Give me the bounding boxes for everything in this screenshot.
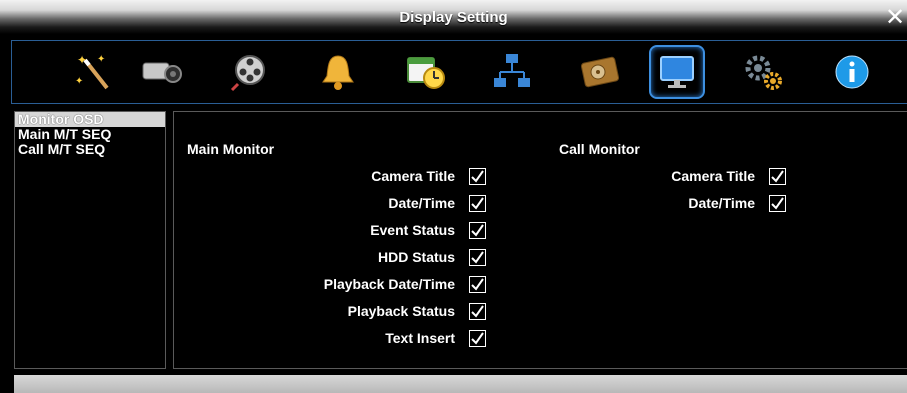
call-monitor-heading: Call Monitor <box>559 141 640 157</box>
system-button[interactable] <box>736 45 792 99</box>
display-button[interactable] <box>649 45 705 99</box>
main-event-status-checkbox[interactable] <box>469 222 486 239</box>
main-event-status-label: Event Status <box>370 222 455 238</box>
wizard-wand-icon: ✦ ✦ ✦ <box>75 53 109 90</box>
main-text-insert-label: Text Insert <box>385 330 455 346</box>
display-monitor-icon <box>660 56 694 88</box>
main-playback-date-time-label: Playback Date/Time <box>323 276 455 292</box>
svg-text:✦: ✦ <box>75 76 83 87</box>
network-button[interactable] <box>484 45 540 99</box>
main-camera-title-checkbox[interactable] <box>469 168 486 185</box>
title-bar: Display Setting ✕ <box>0 0 907 34</box>
checkmark-icon <box>471 278 484 291</box>
main-playback-status-checkbox[interactable] <box>469 303 486 320</box>
settings-panel: Main Monitor Call Monitor Camera Title D… <box>173 111 907 369</box>
window-title: Display Setting <box>399 9 508 26</box>
status-bar <box>14 375 907 393</box>
wizard-button[interactable]: ✦ ✦ ✦ <box>65 45 121 99</box>
sidebar-item-monitor-osd[interactable]: Monitor OSD <box>15 112 165 127</box>
checkmark-icon <box>471 251 484 264</box>
sidebar-menu: Monitor OSD Main M/T SEQ Call M/T SEQ <box>14 111 166 369</box>
main-hdd-status-checkbox[interactable] <box>469 249 486 266</box>
camera-icon <box>142 62 182 83</box>
main-hdd-status-label: HDD Status <box>377 249 455 265</box>
call-camera-title-label: Camera Title <box>671 168 755 184</box>
main-date-time-checkbox[interactable] <box>469 195 486 212</box>
checkmark-icon <box>471 170 484 183</box>
camera-button[interactable] <box>133 45 189 99</box>
main-monitor-heading: Main Monitor <box>187 141 275 157</box>
close-icon[interactable]: ✕ <box>885 6 905 30</box>
info-button[interactable] <box>824 45 880 99</box>
sidebar-item-call-mt-seq[interactable]: Call M/T SEQ <box>15 142 165 157</box>
checkmark-icon <box>771 197 784 210</box>
call-date-time-checkbox[interactable] <box>769 195 786 212</box>
sidebar-item-main-mt-seq[interactable]: Main M/T SEQ <box>15 127 165 142</box>
hdd-button[interactable] <box>572 45 628 99</box>
schedule-clock-icon <box>407 57 445 89</box>
alarm-bell-icon <box>322 55 354 90</box>
schedule-button[interactable] <box>398 45 454 99</box>
event-button[interactable] <box>310 45 366 99</box>
network-icon <box>494 54 530 87</box>
checkmark-icon <box>471 197 484 210</box>
checkmark-icon <box>471 305 484 318</box>
menu-toolbar: ✦ ✦ ✦ <box>11 40 907 104</box>
checkmark-icon <box>471 224 484 237</box>
svg-text:✦: ✦ <box>77 53 87 67</box>
hdd-icon <box>580 56 620 88</box>
checkmark-icon <box>471 332 484 345</box>
info-icon <box>835 55 869 89</box>
call-camera-title-checkbox[interactable] <box>769 168 786 185</box>
main-camera-title-label: Camera Title <box>371 168 455 184</box>
main-date-time-label: Date/Time <box>388 195 455 211</box>
checkmark-icon <box>771 170 784 183</box>
film-reel-icon <box>230 55 265 92</box>
svg-text:✦: ✦ <box>97 54 105 65</box>
playback-button[interactable] <box>222 45 278 99</box>
main-playback-status-label: Playback Status <box>347 303 455 319</box>
call-date-time-label: Date/Time <box>688 195 755 211</box>
main-playback-date-time-checkbox[interactable] <box>469 276 486 293</box>
system-gears-icon <box>745 55 782 90</box>
main-text-insert-checkbox[interactable] <box>469 330 486 347</box>
